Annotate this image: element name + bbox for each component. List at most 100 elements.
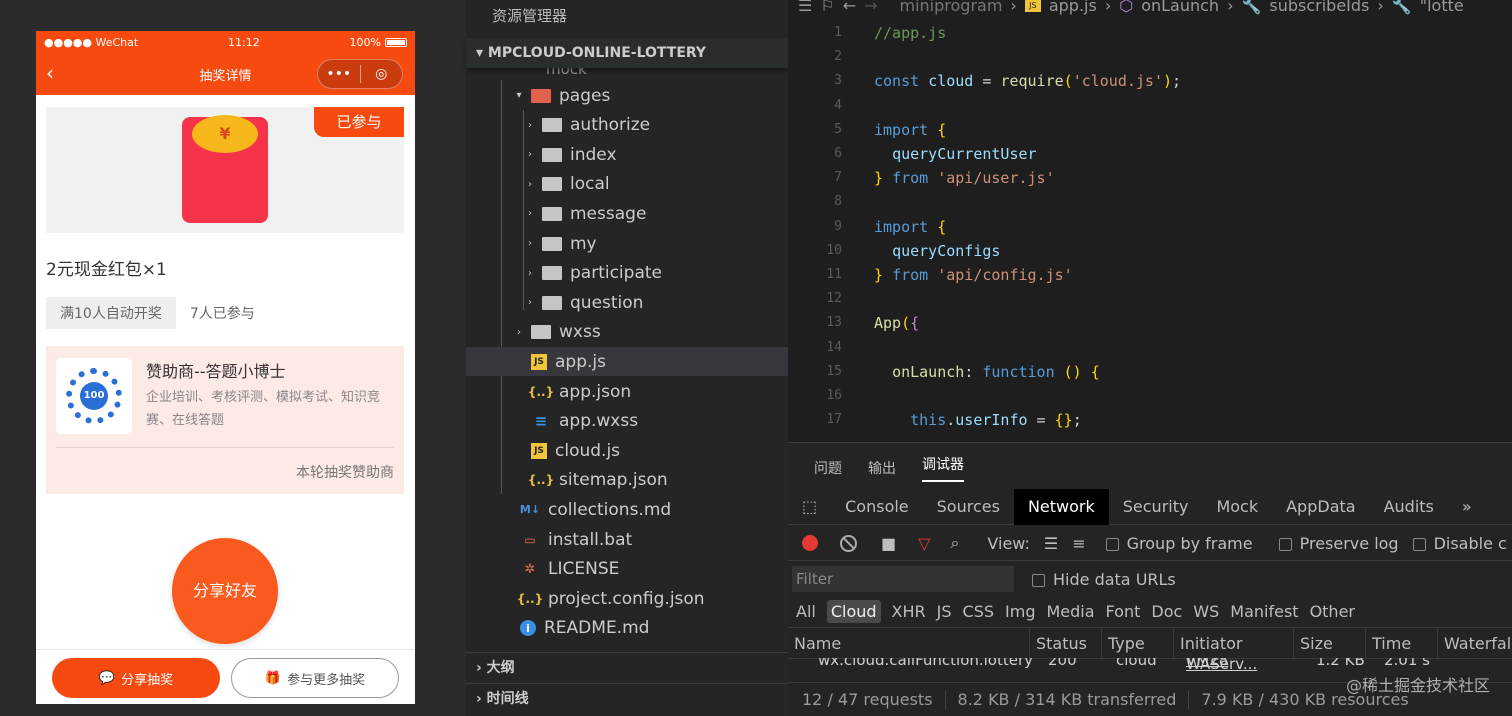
- line-number: 3: [834, 73, 842, 89]
- tree-item-install-bat[interactable]: ▭ install.bat: [466, 525, 788, 554]
- share-lottery-button[interactable]: 💬 分享抽奖: [52, 658, 220, 698]
- tab-output[interactable]: 输出: [868, 458, 896, 478]
- camera-icon[interactable]: ■: [881, 534, 896, 553]
- wrench-icon: 🔧: [1241, 0, 1262, 15]
- tree-item-cloud-js[interactable]: JS cloud.js: [466, 436, 788, 465]
- tree-item-app-wxss[interactable]: ≡ app.wxss: [466, 407, 788, 436]
- preserve-log-checkbox[interactable]: Preserve log: [1278, 534, 1399, 553]
- more-tabs-icon[interactable]: »: [1448, 489, 1486, 525]
- request-initiator[interactable]: VM28 WAServ...: [1174, 658, 1294, 672]
- sponsor-card[interactable]: 100 赞助商--答题小博士 企业培训、考核评测、模拟考试、知识竞赛、在线答题 …: [46, 346, 404, 494]
- tree-item-local[interactable]: › local: [466, 170, 788, 199]
- tree-item-app-json[interactable]: {..} app.json: [466, 377, 788, 406]
- column-time[interactable]: Time: [1366, 629, 1438, 658]
- tree-item-my[interactable]: › my: [466, 229, 788, 258]
- breadcrumb-file[interactable]: app.js: [1049, 0, 1097, 15]
- search-icon[interactable]: ⌕: [950, 533, 959, 553]
- hide-data-urls-label: Hide data URLs: [1053, 569, 1176, 589]
- waterfall-view-icon[interactable]: ≡: [1072, 534, 1085, 553]
- outline-section[interactable]: › 大纲: [466, 652, 788, 682]
- breadcrumb-folder[interactable]: miniprogram: [900, 0, 1003, 15]
- more-icon[interactable]: •••: [318, 66, 360, 82]
- tree-item-wxss[interactable]: › wxss: [466, 318, 788, 347]
- request-count: 12 / 47 requests: [802, 690, 933, 709]
- column-name[interactable]: Name: [788, 629, 1030, 658]
- type-filter-ws[interactable]: WS: [1193, 602, 1219, 621]
- tree-item-index[interactable]: › index: [466, 140, 788, 169]
- tab-audits[interactable]: Audits: [1370, 489, 1448, 525]
- chevron-right-icon: ›: [528, 178, 532, 190]
- request-type: cloud: [1116, 658, 1157, 669]
- more-lotteries-button[interactable]: 🎁 参与更多抽奖: [231, 658, 399, 698]
- workspace: ●●●●● WeChat 11:12 100% ‹ 抽奖详情 ••• ◎ ¥ 已…: [0, 0, 1512, 716]
- hide-data-urls-checkbox[interactable]: Hide data URLs: [1032, 570, 1176, 589]
- type-filter-all[interactable]: All: [796, 602, 816, 621]
- tab-appdata[interactable]: AppData: [1272, 489, 1369, 525]
- tree-item-sitemap-json[interactable]: {..} sitemap.json: [466, 466, 788, 495]
- type-filter-js[interactable]: JS: [937, 602, 952, 621]
- tree-item-participate[interactable]: › participate: [466, 259, 788, 288]
- column-initiator[interactable]: Initiator: [1174, 629, 1294, 658]
- type-filter-cloud[interactable]: Cloud: [826, 600, 881, 623]
- tree-item-question[interactable]: › question: [466, 288, 788, 317]
- type-filter-xhr[interactable]: XHR: [892, 602, 926, 621]
- code-editor[interactable]: ☰ ⚐ ← → miniprogram › JS app.js › ⬡ onLa…: [788, 0, 1512, 442]
- list-view-icon[interactable]: ☰: [1044, 534, 1058, 553]
- line-number: 2: [834, 49, 842, 65]
- type-filter-manifest[interactable]: Manifest: [1230, 602, 1298, 621]
- filter-input[interactable]: Filter: [792, 566, 1014, 592]
- tree-item-collections-md[interactable]: M↓ collections.md: [466, 495, 788, 524]
- project-root[interactable]: ▾ MPCLOUD-ONLINE-LOTTERY: [466, 38, 788, 68]
- share-friends-button[interactable]: 分享好友: [172, 538, 278, 644]
- type-filter-media[interactable]: Media: [1046, 602, 1094, 621]
- disable-cache-checkbox[interactable]: Disable c: [1412, 534, 1507, 553]
- line-number: 1: [834, 25, 842, 40]
- tree-item-app-js[interactable]: JS app.js: [466, 347, 788, 377]
- close-target-icon[interactable]: ◎: [361, 66, 403, 82]
- project-root-label: MPCLOUD-ONLINE-LOTTERY: [487, 45, 707, 61]
- back-icon[interactable]: ‹: [46, 61, 54, 85]
- tab-mock[interactable]: Mock: [1202, 489, 1272, 525]
- type-filter-doc[interactable]: Doc: [1151, 602, 1182, 621]
- network-toolbar: ■ ▽ ⌕ View: ☰ ≡ Group by frame Preserve …: [788, 526, 1512, 561]
- tree-item-readme-md[interactable]: i README.md: [466, 614, 788, 643]
- timeline-section[interactable]: › 时间线: [466, 683, 788, 713]
- tab-debugger[interactable]: 调试器: [922, 454, 964, 482]
- back-arrow-icon[interactable]: ←: [843, 0, 856, 15]
- group-by-frame-checkbox[interactable]: Group by frame: [1105, 534, 1253, 553]
- tab-problems[interactable]: 问题: [814, 458, 842, 478]
- inspect-icon[interactable]: ⬚: [788, 489, 831, 525]
- tab-security[interactable]: Security: [1109, 489, 1203, 525]
- column-status[interactable]: Status: [1030, 629, 1102, 658]
- column-size[interactable]: Size: [1294, 629, 1366, 658]
- clear-icon[interactable]: [840, 534, 857, 552]
- record-icon[interactable]: [802, 535, 818, 551]
- breadcrumb-symbol-2[interactable]: subscribeIds: [1269, 0, 1369, 15]
- type-filter-css[interactable]: CSS: [963, 602, 994, 621]
- tree-item-label: wxss: [559, 322, 601, 343]
- code-text: //app.js: [874, 24, 947, 42]
- breadcrumb-symbol[interactable]: onLaunch: [1141, 0, 1219, 15]
- type-filter-other[interactable]: Other: [1310, 602, 1355, 621]
- table-row[interactable]: wx.cloud.callFunction.lottery 200 cloud …: [788, 658, 1512, 672]
- tree-item-project-config-json[interactable]: {..} project.config.json: [466, 584, 788, 613]
- sponsor-qr-code: 100: [56, 358, 132, 434]
- tree-item-label: install.bat: [548, 529, 633, 550]
- tree-item-pages[interactable]: ▾ pages: [466, 81, 788, 110]
- column-type[interactable]: Type: [1102, 629, 1174, 658]
- tab-network[interactable]: Network: [1013, 488, 1109, 525]
- tab-sources[interactable]: Sources: [923, 489, 1014, 525]
- forward-arrow-icon[interactable]: →: [864, 0, 877, 15]
- tree-item-label: message: [570, 203, 647, 224]
- md-file-icon: M↓: [519, 503, 541, 517]
- filter-icon[interactable]: ▽: [918, 534, 930, 553]
- tab-console[interactable]: Console: [831, 489, 923, 525]
- type-filter-font[interactable]: Font: [1106, 602, 1141, 621]
- breadcrumb-symbol-3[interactable]: "lotte: [1420, 0, 1464, 15]
- css-file-icon: ≡: [534, 412, 548, 431]
- tree-item-message[interactable]: › message: [466, 199, 788, 228]
- type-filter-img[interactable]: Img: [1005, 602, 1035, 621]
- column-waterfall[interactable]: Waterfall: [1438, 629, 1512, 658]
- tree-item-license[interactable]: ✲ LICENSE: [466, 555, 788, 584]
- tree-item-authorize[interactable]: › authorize: [466, 111, 788, 140]
